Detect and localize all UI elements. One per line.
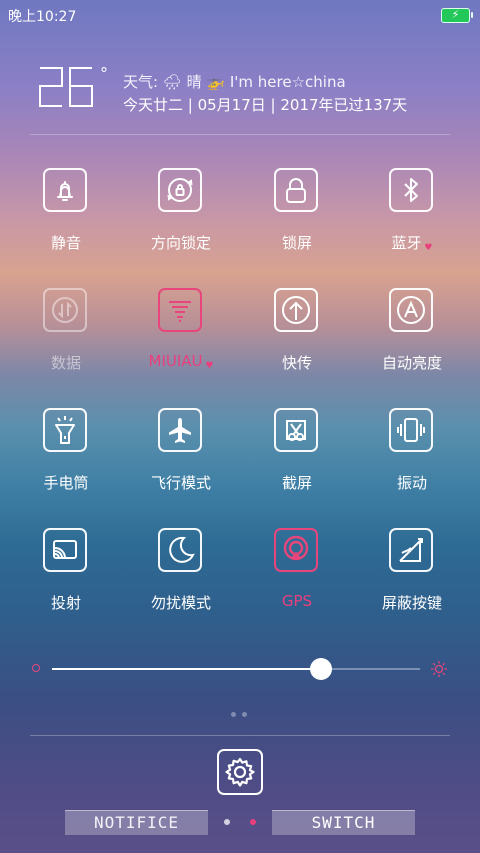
toggle-auto-brightness[interactable]: 自动亮度 [357, 288, 467, 388]
toggle-button[interactable] [389, 288, 433, 332]
block-keys-icon [399, 538, 423, 562]
bluetooth-icon [404, 178, 418, 202]
temperature-digits: 26 [38, 64, 93, 107]
toggle-button[interactable] [274, 168, 318, 212]
auto-brightness-icon [397, 296, 425, 324]
weather-summary: 天气: 🌧 晴 🚁 I'm here☆china [123, 73, 346, 91]
divider [30, 735, 450, 736]
toggle-label: 飞行模式 [150, 474, 211, 492]
status-bar: 晚上10:27 ⚡ [0, 0, 480, 30]
toggle-label: 蓝牙 ♥ [391, 234, 433, 253]
toggle-rotation-lock[interactable]: 方向锁定 [126, 168, 236, 268]
toggle-label: 静音 [50, 234, 81, 252]
bell-icon [57, 181, 73, 201]
tab-dot-notifice [224, 819, 230, 825]
toggle-block-keys[interactable]: 屏蔽按键 [357, 528, 467, 628]
toggle-label: 自动亮度 [381, 354, 442, 372]
filter-lines-icon [169, 301, 191, 322]
toggle-button[interactable] [389, 408, 433, 452]
tab-switch[interactable]: SWITCH [272, 810, 415, 835]
toggle-label: 投射 [50, 594, 81, 612]
heart-icon: ♥ [421, 243, 433, 253]
vibrate-icon [397, 418, 425, 442]
toggle-gps[interactable]: GPS [242, 528, 352, 628]
toggle-vibrate[interactable]: 振动 [357, 408, 467, 508]
toggle-label: 锁屏 [281, 234, 312, 252]
brightness-slider[interactable] [0, 658, 480, 682]
toggle-button[interactable] [158, 288, 202, 332]
toggle-label: 截屏 [281, 474, 312, 492]
upload-arrow-icon [282, 296, 310, 324]
toggle-button[interactable] [43, 288, 87, 332]
divider [30, 134, 450, 135]
data-arrows-icon [52, 297, 78, 323]
battery-icon: ⚡ [441, 8, 473, 23]
brightness-track[interactable] [52, 658, 420, 680]
toggle-flashlight[interactable]: 手电筒 [11, 408, 121, 508]
toggle-label: MIUIAU ♥ [148, 352, 214, 371]
toggle-button[interactable] [389, 528, 433, 572]
temperature-value: 26 [38, 64, 40, 65]
toggle-label: 勿扰模式 [150, 594, 211, 612]
toggle-label: GPS [281, 592, 313, 610]
toggle-label: 快传 [281, 354, 312, 372]
toggle-button[interactable] [158, 408, 202, 452]
weather-widget[interactable]: 26 ° 天气: 🌧 晴 🚁 I'm here☆china 今天廿二 | 05月… [0, 60, 480, 120]
toggle-button[interactable] [43, 528, 87, 572]
toggle-button[interactable] [274, 408, 318, 452]
flashlight-icon [55, 416, 75, 444]
settings-button[interactable] [217, 749, 263, 795]
date-line: 今天廿二 | 05月17日 | 2017年已过137天 [123, 96, 408, 114]
toggle-cast[interactable]: 投射 [11, 528, 121, 628]
scissors-icon [286, 420, 306, 441]
toggle-button[interactable] [389, 168, 433, 212]
toggle-padlock[interactable]: 锁屏 [242, 168, 352, 268]
toggle-button[interactable] [43, 168, 87, 212]
brightness-fill [52, 668, 321, 670]
toggle-label: 屏蔽按键 [381, 594, 442, 612]
moon-icon [169, 536, 195, 563]
brightness-low-icon [32, 664, 40, 672]
toggle-bluetooth[interactable]: 蓝牙 ♥ [357, 168, 467, 268]
toggle-bell[interactable]: 静音 [11, 168, 121, 268]
toggle-button[interactable] [274, 528, 318, 572]
toggle-button[interactable] [274, 288, 318, 332]
status-time: 晚上10:27 [8, 9, 77, 25]
toggle-button[interactable] [158, 168, 202, 212]
tab-notifice[interactable]: NOTIFICE [65, 810, 208, 835]
heart-icon: ♥ [202, 361, 214, 371]
tab-dot-switch [250, 819, 256, 825]
gps-icon [283, 535, 309, 561]
toggle-label: 方向锁定 [150, 234, 211, 252]
toggle-data-arrows[interactable]: 数据 [11, 288, 121, 388]
toggle-label: 振动 [396, 474, 427, 492]
control-center-screen: 晚上10:27 ⚡ 26 ° 天气: 🌧 晴 🚁 I'm here☆china … [0, 0, 480, 853]
degree-symbol: ° [100, 64, 108, 83]
airplane-icon [169, 418, 191, 443]
toggle-filter-lines[interactable]: MIUIAU ♥ [126, 288, 236, 388]
toggle-upload-arrow[interactable]: 快传 [242, 288, 352, 388]
gear-icon [225, 757, 255, 787]
rotation-lock-icon [167, 178, 193, 202]
padlock-icon [286, 178, 306, 203]
toggle-moon[interactable]: 勿扰模式 [126, 528, 236, 628]
page-indicator [228, 702, 250, 721]
brightness-high-icon [431, 661, 447, 677]
toggle-button[interactable] [43, 408, 87, 452]
toggle-label: 数据 [50, 354, 81, 372]
toggle-button[interactable] [158, 528, 202, 572]
toggle-label: 手电筒 [43, 474, 89, 492]
cast-icon [53, 540, 77, 559]
toggle-airplane[interactable]: 飞行模式 [126, 408, 236, 508]
brightness-thumb[interactable] [309, 658, 332, 680]
toggle-scissors[interactable]: 截屏 [242, 408, 352, 508]
